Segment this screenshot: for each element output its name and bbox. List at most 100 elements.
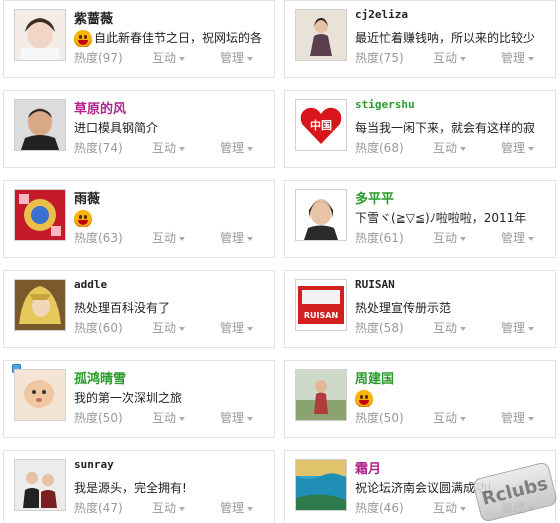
interact-menu[interactable]: 互动 (152, 229, 186, 246)
interact-menu[interactable]: 互动 (152, 499, 186, 516)
user-card: cj2eliza 最近忙着赚钱呐，所以来的比较少 热度(75) 互动 管理 (284, 0, 556, 78)
manage-menu[interactable]: 管理 (501, 139, 535, 156)
avatar[interactable] (14, 279, 66, 331)
smiley-icon (74, 209, 92, 227)
interact-menu[interactable]: 互动 (152, 139, 186, 156)
user-card: 紫蔷薇 自此新春佳节之日，祝网坛的各 热度(97) 互动 管理 (3, 0, 275, 78)
card-meta: 热度(74) 互动 管理 (74, 139, 274, 155)
card-meta: 热度(97) 互动 管理 (74, 49, 274, 65)
user-card: 中国 stigershu 每当我一闲下来，就会有这样的寂 热度(68) 互动 管… (284, 90, 556, 168)
heat-count: 热度(97) (74, 51, 123, 65)
user-name[interactable]: stigershu (355, 98, 415, 111)
heat-count: 热度(47) (74, 501, 123, 515)
card-meta: 热度(63) 互动 管理 (74, 229, 274, 245)
user-card: 周建国 热度(50) 互动 管理 (284, 360, 556, 438)
avatar[interactable] (295, 459, 347, 511)
manage-menu[interactable]: 管理 (220, 49, 254, 66)
user-name[interactable]: 多平平 (355, 188, 394, 207)
card-meta: 热度(47) 互动 管理 (74, 499, 274, 515)
avatar[interactable] (295, 9, 347, 61)
avatar[interactable] (14, 9, 66, 61)
interact-menu[interactable]: 互动 (152, 49, 186, 66)
chevron-down-icon (528, 236, 535, 241)
user-name[interactable]: 周建国 (355, 368, 394, 387)
card-meta: 热度(60) 互动 管理 (74, 319, 274, 335)
avatar[interactable] (14, 99, 66, 151)
manage-menu[interactable]: 管理 (220, 409, 254, 426)
avatar[interactable] (295, 189, 347, 241)
status-text[interactable]: 下雪ヾ(≧▽≦)ﾉ啦啦啦，2011年 (355, 209, 551, 227)
chevron-down-icon (247, 146, 254, 151)
status-text[interactable]: 热处理宣传册示范 (355, 299, 551, 317)
card-meta: 热度(58) 互动 管理 (355, 319, 555, 335)
user-name[interactable]: RUISAN (355, 278, 395, 291)
chevron-down-icon (247, 326, 254, 331)
avatar[interactable] (14, 369, 66, 421)
user-name[interactable]: 雨薇 (74, 188, 100, 207)
heat-count: 热度(63) (74, 231, 123, 245)
user-card: RUISAN RUISAN 热处理宣传册示范 热度(58) 互动 管理 (284, 270, 556, 348)
interact-menu[interactable]: 互动 (433, 499, 467, 516)
status-text[interactable] (355, 389, 551, 407)
user-card-grid: 紫蔷薇 自此新春佳节之日，祝网坛的各 热度(97) 互动 管理 cj2eliza… (0, 0, 560, 523)
laughing-face-icon (355, 389, 373, 407)
manage-menu[interactable]: 管理 (501, 49, 535, 66)
chevron-down-icon (247, 506, 254, 511)
chevron-down-icon (179, 146, 186, 151)
chevron-down-icon (179, 506, 186, 511)
user-card: 雨薇 热度(63) 互动 管理 (3, 180, 275, 258)
heat-count: 热度(50) (355, 411, 404, 425)
user-name[interactable]: 草原的风 (74, 98, 126, 117)
manage-menu[interactable]: 管理 (501, 229, 535, 246)
status-text[interactable]: 我是源头，完全拥有! (74, 479, 270, 497)
user-name[interactable]: 霜月 (355, 458, 381, 477)
ruisan-logo-text: RUISAN (304, 311, 338, 320)
status-text[interactable]: 热处理百科没有了 (74, 299, 270, 317)
heat-count: 热度(68) (355, 141, 404, 155)
interact-menu[interactable]: 互动 (152, 409, 186, 426)
manage-menu[interactable]: 管理 (501, 319, 535, 336)
avatar[interactable] (295, 369, 347, 421)
avatar[interactable]: 中国 (295, 99, 347, 151)
user-card: sunray 我是源头，完全拥有! 热度(47) 互动 管理 (3, 450, 275, 523)
user-name[interactable]: addle (74, 278, 107, 291)
interact-menu[interactable]: 互动 (433, 319, 467, 336)
manage-menu[interactable]: 管理 (220, 499, 254, 516)
status-text[interactable]: 自此新春佳节之日，祝网坛的各 (74, 29, 270, 47)
chevron-down-icon (247, 236, 254, 241)
heat-count: 热度(60) (74, 321, 123, 335)
manage-menu[interactable]: 管理 (220, 229, 254, 246)
status-text[interactable] (74, 209, 270, 227)
avatar[interactable] (14, 189, 66, 241)
user-name[interactable]: sunray (74, 458, 114, 471)
chevron-down-icon (179, 56, 186, 61)
user-name[interactable]: 紫蔷薇 (74, 8, 113, 27)
interact-menu[interactable]: 互动 (433, 139, 467, 156)
user-card: 多平平 下雪ヾ(≧▽≦)ﾉ啦啦啦，2011年 热度(61) 互动 管理 (284, 180, 556, 258)
avatar[interactable]: RUISAN (295, 279, 347, 331)
chevron-down-icon (460, 416, 467, 421)
interact-menu[interactable]: 互动 (433, 229, 467, 246)
manage-menu[interactable]: 管理 (220, 319, 254, 336)
interact-menu[interactable]: 互动 (433, 49, 467, 66)
interact-menu[interactable]: 互动 (433, 409, 467, 426)
manage-menu[interactable]: 管理 (501, 409, 535, 426)
card-meta: 热度(61) 互动 管理 (355, 229, 555, 245)
card-meta: 热度(68) 互动 管理 (355, 139, 555, 155)
user-name[interactable]: 孤鸿晴雪 (74, 368, 126, 387)
status-text[interactable]: 进口模具钢简介 (74, 119, 270, 137)
card-meta: 热度(50) 互动 管理 (74, 409, 274, 425)
status-text[interactable]: 最近忙着赚钱呐，所以来的比较少 (355, 29, 551, 47)
heat-count: 热度(58) (355, 321, 404, 335)
chevron-down-icon (460, 236, 467, 241)
chevron-down-icon (460, 56, 467, 61)
heat-count: 热度(61) (355, 231, 404, 245)
status-text[interactable]: 我的第一次深圳之旅 (74, 389, 270, 407)
user-name[interactable]: cj2eliza (355, 8, 408, 21)
manage-menu[interactable]: 管理 (220, 139, 254, 156)
user-card: 孤鸿晴雪 我的第一次深圳之旅 热度(50) 互动 管理 (3, 360, 275, 438)
chevron-down-icon (179, 416, 186, 421)
status-text[interactable]: 每当我一闲下来，就会有这样的寂 (355, 119, 551, 137)
avatar[interactable] (14, 459, 66, 511)
interact-menu[interactable]: 互动 (152, 319, 186, 336)
